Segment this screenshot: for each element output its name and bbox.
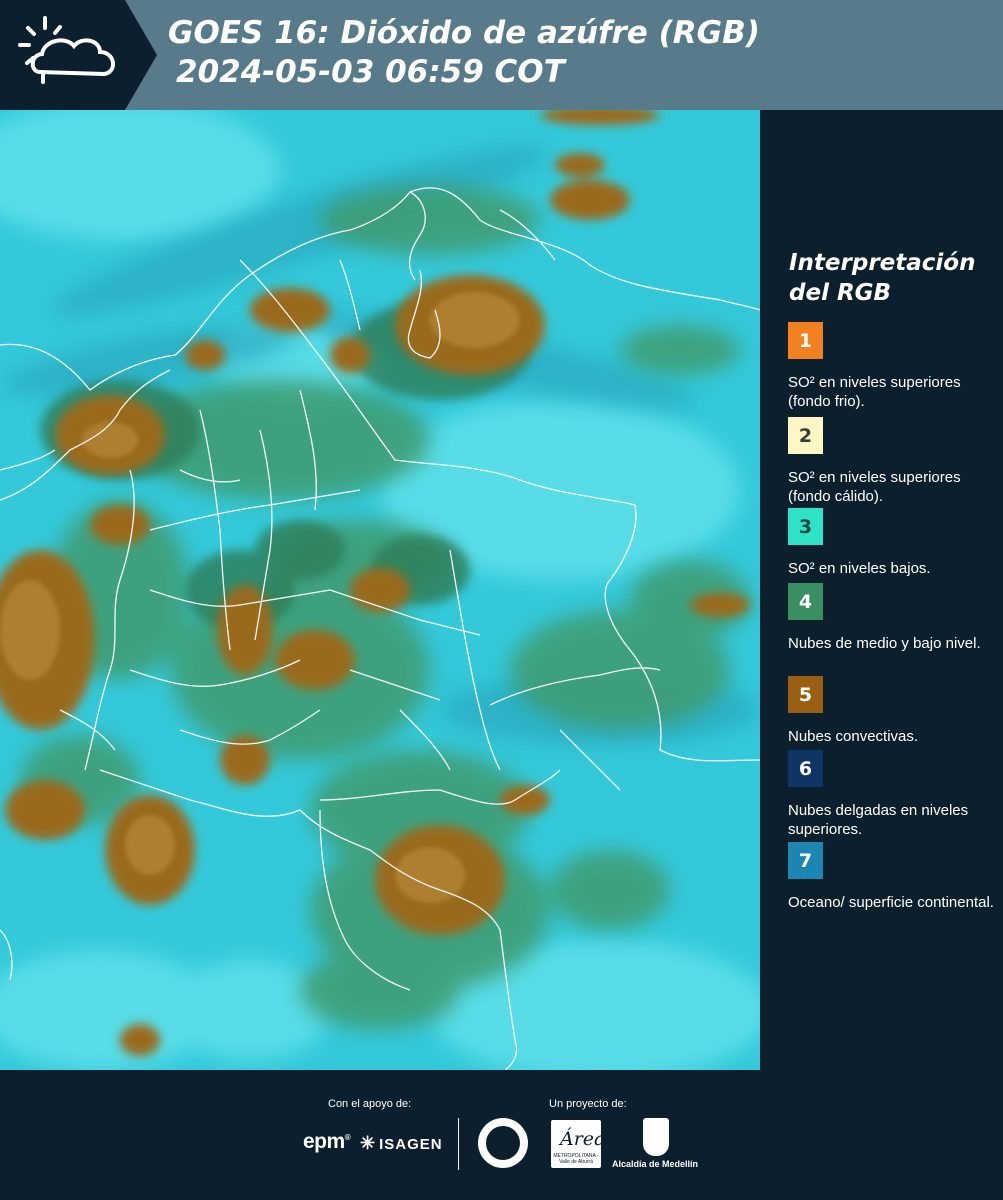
epm-logo-text: epm — [303, 1130, 345, 1153]
legend-item-1: 1 SO² en niveles superiores (fondo frio)… — [788, 322, 998, 411]
epm-logo: epm® — [303, 1130, 351, 1153]
legend-label-2: SO² en niveles superiores (fondo cálido)… — [788, 469, 961, 505]
legend-item-4: 4 Nubes de medio y bajo nivel. — [788, 583, 998, 653]
area-metropolitana-logo: Área METROPOLITANA · Valle de Aburrá — [551, 1120, 605, 1168]
medellin-seal-icon — [478, 1118, 528, 1168]
footer-divider — [458, 1118, 459, 1170]
legend-title-line1: Interpretación — [789, 250, 976, 276]
isagen-logo: ✳ ISAGEN — [360, 1133, 443, 1154]
satellite-map — [0, 110, 760, 1070]
area-logo-script: Área — [560, 1128, 606, 1150]
footer-bar: Con el apoyo de: Un proyecto de: epm® ✳ I… — [0, 1070, 1003, 1200]
satellite-image — [0, 110, 760, 1070]
product-timestamp: 2024-05-03 06:59 COT — [176, 54, 565, 90]
legend-item-7: 7 Oceano/ superficie continental. — [788, 842, 998, 912]
legend-label-7: Oceano/ superficie continental. — [788, 894, 994, 911]
legend-label-6: Nubes delgadas en niveles superiores. — [788, 802, 969, 838]
legend-label-1: SO² en niveles superiores (fondo frio). — [788, 374, 961, 410]
alcaldia-logo-text: Alcaldía de Medellín — [612, 1159, 699, 1169]
legend-title-line2: del RGB — [789, 280, 892, 306]
legend-item-2: 2 SO² en niveles superiores (fondo cálid… — [788, 417, 998, 506]
legend-swatch-2: 2 — [788, 417, 823, 454]
legend-swatch-3: 3 — [788, 508, 823, 545]
legend-swatch-1: 1 — [788, 322, 823, 359]
product-title: GOES 16: Dióxido de azúfre (RGB) — [168, 15, 760, 51]
siata-logo-text: SIATA — [50, 46, 101, 65]
legend-swatch-5: 5 — [788, 676, 823, 713]
alcaldia-shield-icon — [643, 1118, 669, 1156]
legend-swatch-7: 7 — [788, 842, 823, 879]
support-label: Con el apoyo de: — [328, 1098, 412, 1110]
legend-title: Interpretación del RGB — [789, 248, 989, 308]
rgb-legend: Interpretación del RGB 1 SO² en niveles … — [760, 110, 1003, 1070]
legend-item-3: 3 SO² en niveles bajos. — [788, 508, 998, 578]
legend-label-4: Nubes de medio y bajo nivel. — [788, 635, 981, 652]
legend-label-3: SO² en niveles bajos. — [788, 560, 931, 577]
isagen-mark-icon: ✳ — [360, 1133, 377, 1153]
legend-swatch-6: 6 — [788, 750, 823, 787]
legend-label-5: Nubes convectivas. — [788, 728, 919, 745]
area-logo-subtitle: METROPOLITANA · Valle de Aburrá — [553, 1153, 599, 1165]
isagen-logo-text: ISAGEN — [379, 1136, 443, 1153]
legend-swatch-4: 4 — [788, 583, 823, 620]
project-label: Un proyecto de: — [549, 1098, 627, 1110]
legend-item-5: 5 Nubes convectivas. — [788, 676, 998, 746]
legend-item-6: 6 Nubes delgadas en niveles superiores. — [788, 750, 998, 839]
logo-plate: SIATA — [0, 0, 160, 110]
header-bar: SIATA GOES 16: Dióxido de azúfre (RGB) 2… — [0, 0, 1003, 110]
